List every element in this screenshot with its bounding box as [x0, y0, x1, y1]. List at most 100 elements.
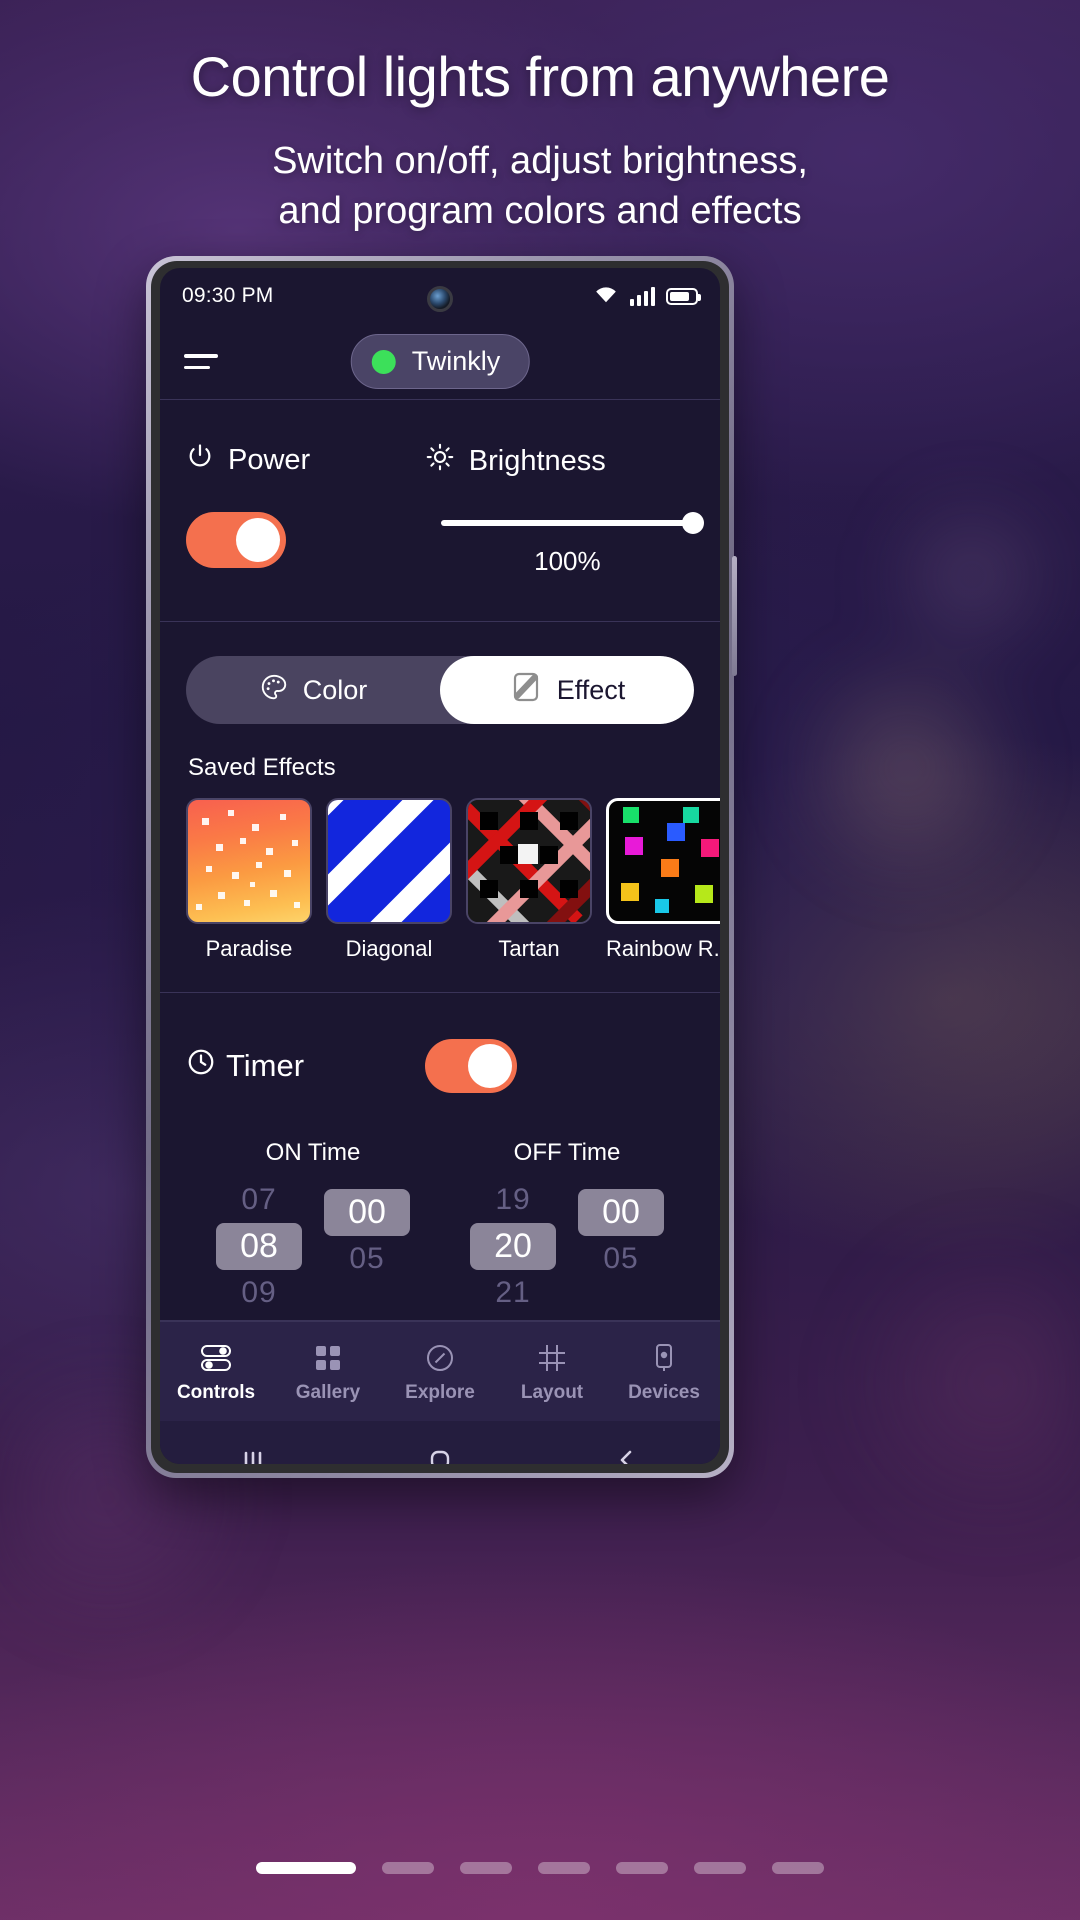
effect-name-diagonal: Diagonal — [345, 936, 433, 961]
brightness-label-row: Brightness — [425, 442, 694, 480]
timer-pickers: ON Time 07 08 09 00 05 OFF Time 19 20 21… — [186, 1139, 694, 1310]
effect-item-rainbow[interactable]: Rainbow R... — [606, 798, 720, 962]
brightness-value: 100% — [534, 546, 601, 576]
effect-item-tartan[interactable]: Tartan — [466, 798, 592, 962]
hash-grid-icon — [496, 1340, 608, 1376]
app-header: Twinkly — [160, 324, 720, 400]
nav-item-layout[interactable]: Layout — [496, 1340, 608, 1404]
pagination-dot-3[interactable] — [460, 1862, 512, 1874]
on-hour-selected: 08 — [216, 1223, 302, 1270]
off-hour-selected: 20 — [470, 1223, 556, 1270]
off-time-minute-wheel[interactable]: 00 05 — [578, 1183, 664, 1310]
mode-tabs: Color Effect — [186, 656, 694, 724]
wifi-icon — [593, 284, 619, 309]
status-bar: 09:30 PM — [160, 268, 720, 324]
pagination-dot-5[interactable] — [616, 1862, 668, 1874]
off-time-hour-wheel[interactable]: 19 20 21 — [470, 1183, 556, 1310]
pagination-dot-6[interactable] — [694, 1862, 746, 1874]
effect-name-paradise: Paradise — [205, 936, 293, 961]
power-label: Power — [228, 443, 311, 476]
battery-icon — [666, 287, 701, 305]
on-minute-selected: 00 — [324, 1189, 410, 1236]
on-time-title: ON Time — [265, 1139, 361, 1166]
saved-effects-title: Saved Effects — [188, 754, 336, 781]
nav-label-devices: Devices — [628, 1381, 700, 1403]
phone-side-button — [732, 556, 737, 676]
nav-label-layout: Layout — [520, 1381, 584, 1403]
effect-thumbnail-diagonal — [326, 798, 452, 924]
effect-name-tartan: Tartan — [498, 936, 560, 961]
nav-item-gallery[interactable]: Gallery — [272, 1340, 384, 1404]
effect-thumbnail-paradise — [186, 798, 312, 924]
status-bar-time: 09:30 PM — [182, 284, 274, 307]
signal-icon — [629, 286, 655, 306]
nav-label-controls: Controls — [176, 1381, 256, 1403]
phone-frame: 09:30 PM Twinkly Power Brightness 100% C… — [146, 256, 737, 1478]
tab-color-label: Color — [302, 674, 368, 705]
promo-subheadline-line2: and program colors and effects — [278, 190, 802, 233]
pagination-dot-1[interactable] — [256, 1862, 356, 1874]
pagination-dot-2[interactable] — [382, 1862, 434, 1874]
brightness-slider[interactable] — [440, 512, 704, 534]
on-hour-prev: 07 — [241, 1183, 277, 1216]
power-toggle[interactable] — [186, 512, 286, 568]
nav-label-gallery: Gallery — [295, 1381, 361, 1403]
power-brightness-card: Power Brightness 100% — [160, 400, 720, 622]
home-icon[interactable] — [347, 1445, 534, 1464]
power-icon — [186, 442, 214, 478]
device-name-label: Twinkly — [411, 346, 501, 376]
effect-thumbnail-tartan — [466, 798, 592, 924]
effect-item-paradise[interactable]: Paradise — [186, 798, 312, 962]
device-icon — [608, 1340, 720, 1376]
timer-card: Timer ON Time 07 08 09 00 05 OFF Time 19… — [160, 993, 720, 1321]
on-minute-next: 05 — [349, 1242, 385, 1275]
device-online-status-icon — [371, 349, 396, 374]
brightness-slider-knob[interactable] — [681, 512, 704, 534]
tab-effect[interactable]: Effect — [440, 656, 694, 724]
effect-name-rainbow: Rainbow R... — [606, 936, 720, 961]
status-bar-icons — [593, 284, 701, 309]
tab-color[interactable]: Color — [186, 656, 440, 724]
tab-effect-label: Effect — [556, 674, 626, 705]
phone-screen: 09:30 PM Twinkly Power Brightness 100% C… — [160, 268, 720, 1464]
front-camera — [427, 286, 453, 312]
on-hour-next: 09 — [241, 1276, 277, 1309]
nav-label-explore: Explore — [405, 1381, 475, 1403]
brightness-section: Brightness 100% — [425, 442, 704, 577]
effect-icon — [509, 672, 543, 709]
sun-icon — [425, 442, 455, 480]
effect-item-diagonal[interactable]: Diagonal — [326, 798, 452, 962]
on-time-minute-wheel[interactable]: 00 05 — [324, 1183, 410, 1310]
nav-item-devices[interactable]: Devices — [608, 1340, 720, 1404]
nav-item-explore[interactable]: Explore — [384, 1340, 496, 1404]
grid-icon — [272, 1340, 384, 1376]
back-icon[interactable] — [533, 1445, 720, 1464]
on-time-hour-wheel[interactable]: 07 08 09 — [216, 1183, 302, 1310]
saved-effects-grid: Paradise Diagonal Tartan Rainbow R... — [186, 798, 720, 962]
system-navigation-bar — [160, 1421, 720, 1464]
off-hour-next: 21 — [495, 1276, 531, 1309]
timer-header-row: Timer — [186, 1039, 694, 1093]
effects-card: Color Effect Saved Effects Paradise Diag… — [160, 622, 720, 993]
pagination-dots — [0, 1862, 1080, 1874]
clock-icon — [186, 1047, 216, 1085]
hamburger-menu-icon[interactable] — [184, 354, 218, 369]
pagination-dot-4[interactable] — [538, 1862, 590, 1874]
off-minute-next: 05 — [603, 1242, 639, 1275]
promo-subheadline-line1: Switch on/off, adjust brightness, — [272, 140, 808, 182]
nav-item-controls[interactable]: Controls — [160, 1340, 272, 1404]
power-label-row: Power — [186, 442, 425, 478]
sliders-icon — [160, 1340, 272, 1376]
phone-bezel: 09:30 PM Twinkly Power Brightness 100% C… — [151, 261, 729, 1473]
palette-icon — [259, 672, 289, 709]
power-section: Power — [186, 442, 425, 577]
effect-thumbnail-rainbow — [606, 798, 720, 924]
pagination-dot-7[interactable] — [772, 1862, 824, 1874]
compass-icon — [384, 1340, 496, 1376]
promo-headline: Control lights from anywhere — [190, 45, 890, 108]
brightness-label: Brightness — [468, 444, 606, 477]
device-selector-pill[interactable]: Twinkly — [350, 334, 530, 389]
recents-icon[interactable] — [160, 1445, 347, 1464]
off-minute-selected: 00 — [578, 1189, 664, 1236]
timer-toggle[interactable] — [424, 1039, 517, 1093]
